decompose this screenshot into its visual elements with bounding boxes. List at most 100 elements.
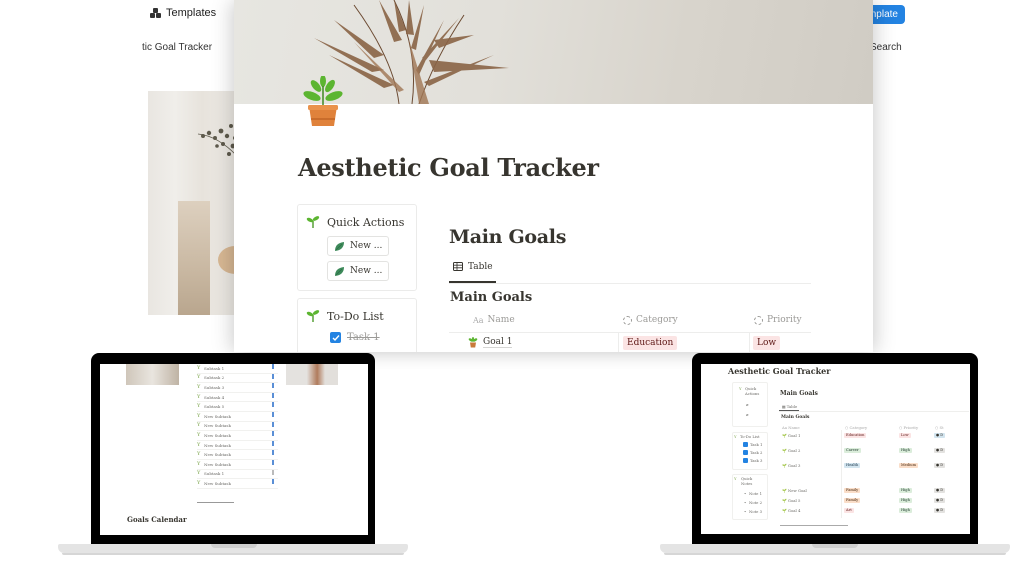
seedling-icon: Y <box>197 422 201 429</box>
mini-col-header: ○ St <box>935 425 944 430</box>
mini-status-tag[interactable]: ● D <box>934 448 946 453</box>
progress-bar-mark <box>272 421 274 427</box>
column-divider <box>618 333 619 352</box>
preview-photo <box>286 364 338 385</box>
seedling-icon <box>306 216 320 228</box>
mini-checkbox[interactable] <box>743 458 748 463</box>
mini-col-label: Priority <box>903 425 919 430</box>
tab-table-view[interactable]: Table <box>449 262 496 283</box>
subtask-row[interactable]: Y New Subtask <box>197 422 278 432</box>
mini-category-tag[interactable]: Family <box>844 488 861 493</box>
subtask-row[interactable]: Y New Subtask <box>197 412 278 422</box>
mini-category-tag[interactable]: Family <box>844 498 861 503</box>
mini-priority-tag[interactable]: High <box>899 498 912 503</box>
quick-actions-callout: Quick Actions New ... New ... <box>297 204 417 291</box>
subtask-row[interactable]: Y Subtask 4 <box>197 393 278 403</box>
column-header-label: Category <box>636 315 678 325</box>
subtask-row[interactable]: Y Subtask 2 <box>197 374 278 384</box>
mini-goal-name[interactable]: 🌱 Goal 3 <box>782 463 800 468</box>
progress-bar-mark <box>272 450 274 456</box>
mini-status-tag[interactable]: ● D <box>934 433 946 438</box>
mini-priority-tag[interactable]: High <box>899 508 912 513</box>
select-property-icon <box>623 315 632 325</box>
mini-priority-tag[interactable]: High <box>899 488 912 493</box>
progress-bar-mark <box>272 383 274 389</box>
laptop-notch <box>812 544 858 548</box>
leaf-icon <box>335 241 344 251</box>
quick-actions-title: Quick Actions <box>327 215 405 229</box>
mini-priority-tag[interactable]: Low <box>899 433 911 438</box>
subtask-row[interactable]: Y Subtask 1 <box>197 470 278 480</box>
category-tag[interactable]: Education <box>623 336 678 350</box>
progress-bar-mark <box>272 440 274 446</box>
mini-priority-tag[interactable]: High <box>899 448 912 453</box>
column-header-category[interactable]: Category <box>623 315 678 325</box>
subtask-row[interactable]: Y New Subtask <box>197 450 278 460</box>
column-header-label: Name <box>487 315 515 325</box>
search-link[interactable]: Search <box>870 42 902 53</box>
mini-scrollbar[interactable] <box>780 525 848 526</box>
priority-tag[interactable]: Low <box>753 336 781 350</box>
scrollbar[interactable] <box>197 502 234 503</box>
mini-checkbox[interactable] <box>743 450 748 455</box>
nav-templates-link[interactable]: Templates <box>150 7 216 19</box>
new-goal-button[interactable]: New ... <box>327 236 389 256</box>
subtask-row[interactable]: Y New Subtask <box>197 460 278 470</box>
mini-tab-table[interactable]: ▦ Table <box>782 404 797 409</box>
seedling-icon: Y <box>197 364 201 371</box>
new-task-button[interactable]: New ... <box>327 261 389 281</box>
seedling-icon <box>306 310 320 322</box>
mini-status-tag[interactable]: ● D <box>934 463 946 468</box>
subtask-row[interactable]: Y New Subtask <box>197 479 278 489</box>
subtask-row[interactable]: Y Subtask 5 <box>197 402 278 412</box>
page-title[interactable]: Aesthetic Goal Tracker <box>298 153 599 182</box>
mini-todo-title: To-Do List <box>740 434 760 439</box>
eucalyptus-branch-image <box>197 124 238 157</box>
mini-category-tag[interactable]: Education <box>844 433 867 438</box>
column-header-name[interactable]: Aa Name <box>473 315 515 325</box>
mini-priority-tag[interactable]: Medium <box>899 463 918 468</box>
main-goals-heading: Main Goals <box>449 226 567 248</box>
seedling-icon: Y <box>197 383 201 390</box>
database-title[interactable]: Main Goals <box>450 290 532 305</box>
seedling-icon: Y <box>197 460 201 467</box>
breadcrumb-title[interactable]: tic Goal Tracker <box>142 42 212 53</box>
mini-goal-name[interactable]: 🌱 Goal 5 <box>782 498 800 503</box>
mini-category-tag[interactable]: Art <box>844 508 854 513</box>
mini-category-tag[interactable]: Career <box>844 448 861 453</box>
seedling-icon: Y <box>197 441 201 448</box>
mini-goal-name[interactable]: 🌱 New Goal <box>782 488 807 493</box>
cell-name[interactable]: Goal 1 <box>468 337 513 348</box>
mini-checkbox[interactable] <box>743 442 748 447</box>
check-icon <box>332 334 340 341</box>
checkbox-checked[interactable] <box>330 332 341 343</box>
mini-status-tag[interactable]: ● D <box>934 498 946 503</box>
tab-table-label: Table <box>468 262 493 272</box>
select-property-icon <box>754 315 763 325</box>
subtask-row[interactable]: Y Subtask 3 <box>197 383 278 393</box>
potted-plant-page-icon[interactable] <box>300 76 346 128</box>
mini-status-tag[interactable]: ● D <box>934 488 946 493</box>
subtask-row[interactable]: Y New Subtask <box>197 431 278 441</box>
new-button-label: New ... <box>350 241 383 251</box>
mini-category-tag[interactable]: Health <box>844 463 861 468</box>
mini-db-title: Main Goals <box>781 415 810 420</box>
mini-goal-name[interactable]: 🌱 Goal 1 <box>782 433 800 438</box>
subtask-row[interactable]: Y Subtask 1 <box>197 364 278 374</box>
seedling-icon: Y <box>197 451 201 458</box>
preview-photo-interior <box>148 91 238 315</box>
goal-name[interactable]: Goal 1 <box>483 337 513 348</box>
progress-bar-mark <box>272 431 274 437</box>
laptop-screen-goal-tracker: Aesthetic Goal Tracker Y Quick Actions ⌀… <box>701 364 970 534</box>
column-header-priority[interactable]: Priority <box>754 315 802 325</box>
progress-bar-mark <box>272 459 274 465</box>
mini-page-title: Aesthetic Goal Tracker <box>728 366 831 376</box>
subtask-label: Subtask 1 <box>204 471 225 477</box>
progress-bar-mark <box>272 392 274 398</box>
todo-item-label[interactable]: Task 1 <box>347 332 380 343</box>
subtask-row[interactable]: Y New Subtask <box>197 441 278 451</box>
mini-col-label: St <box>939 425 944 430</box>
mini-status-tag[interactable]: ● D <box>934 508 946 513</box>
mini-goal-name[interactable]: 🌱 Goal 4 <box>782 508 800 513</box>
mini-goal-name[interactable]: 🌱 Goal 2 <box>782 448 800 453</box>
